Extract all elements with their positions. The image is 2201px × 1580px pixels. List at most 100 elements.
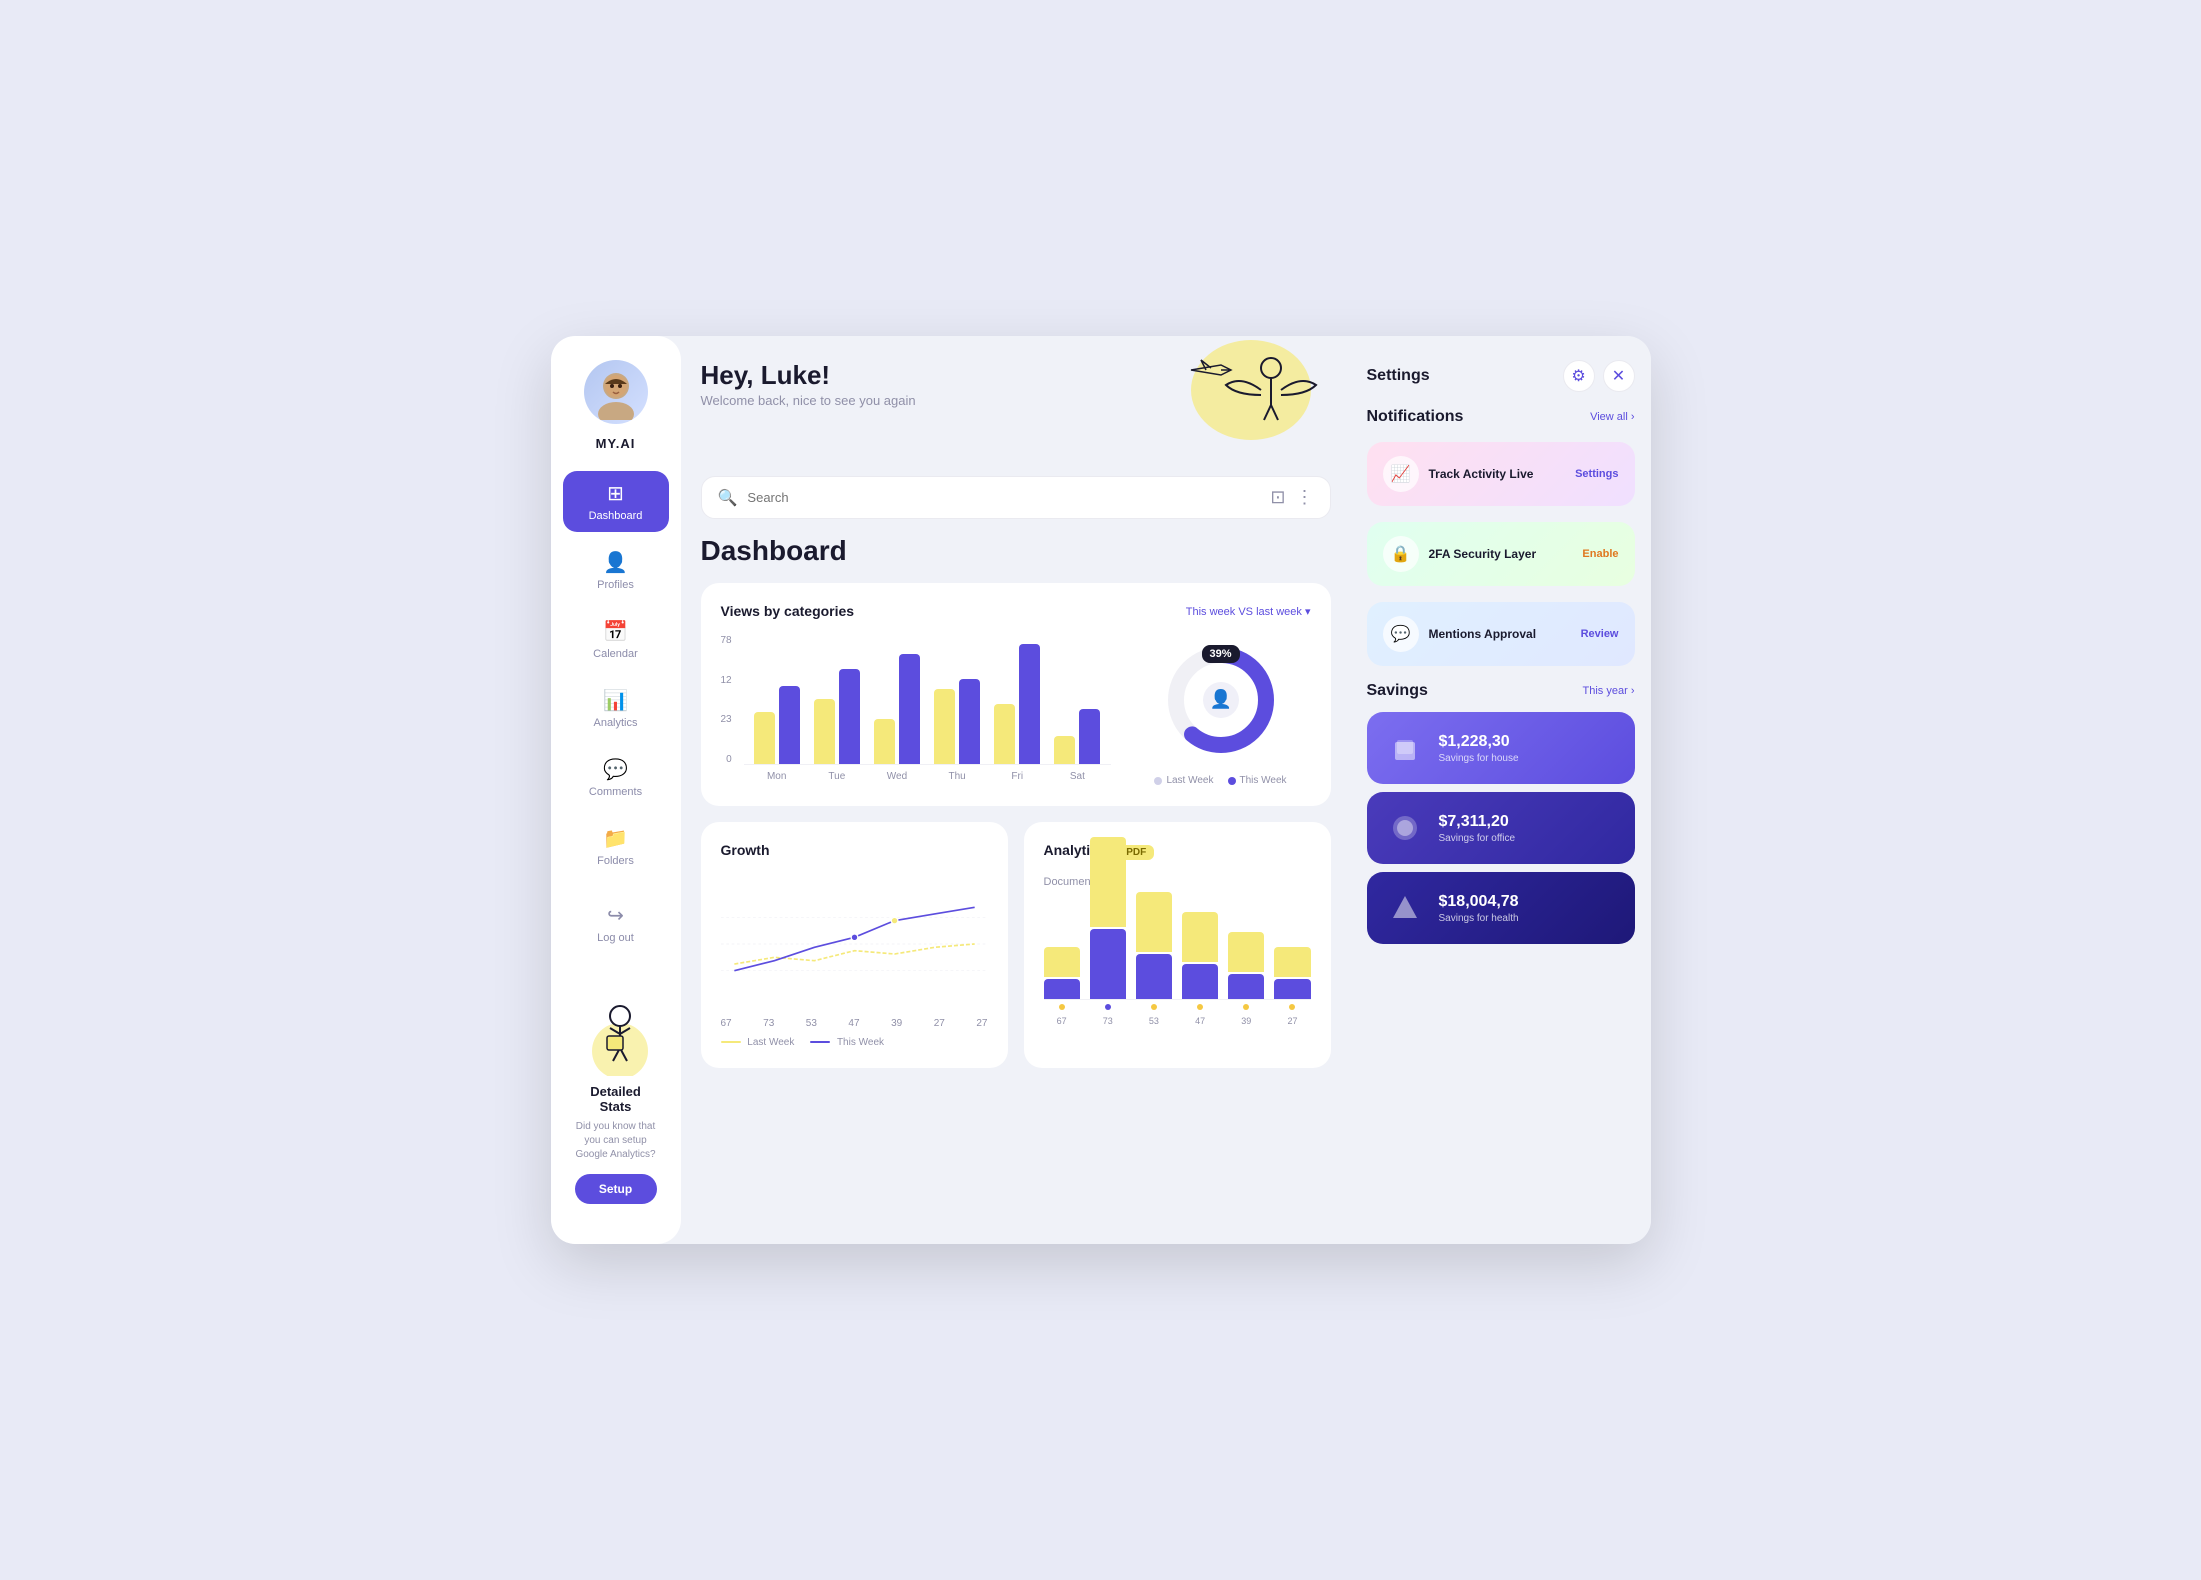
detailed-stats-title: Detailed Stats: [575, 1084, 657, 1114]
sidebar-item-comments[interactable]: 💬 Comments: [563, 747, 669, 808]
sidebar-item-dashboard[interactable]: ⊞ Dashboard: [563, 471, 669, 532]
sidebar-item-profiles[interactable]: 👤 Profiles: [563, 540, 669, 601]
legend-dot-lw: [1154, 777, 1162, 785]
dashboard-icon: ⊞: [607, 481, 624, 506]
bar-mon-tw: [779, 686, 800, 764]
x-label-fri: Fri: [994, 771, 1040, 782]
growth-legend-lw: Last Week: [721, 1037, 795, 1048]
savings-card-health: $18,004,78 Savings for health: [1367, 872, 1635, 944]
right-panel: Settings ⚙ ✕ Notifications View all › 📈 …: [1351, 336, 1651, 1244]
savings-info-health: $18,004,78 Savings for health: [1439, 893, 1619, 924]
growth-card-title: Growth: [721, 842, 770, 858]
notif-icon-mentions: 💬: [1383, 616, 1419, 652]
sidebar-item-logout[interactable]: ↪ Log out: [563, 893, 669, 954]
line-label-39: 39: [891, 1018, 902, 1029]
notif-icon-2fa: 🔒: [1383, 536, 1419, 572]
bar-group-fri: [994, 644, 1040, 764]
savings-header: Savings This year ›: [1367, 682, 1635, 700]
avatar: [584, 360, 648, 424]
bar-sat-lw: [1054, 736, 1075, 764]
donut-label: 39%: [1201, 645, 1239, 663]
savings-card-house: $1,228,30 Savings for house: [1367, 712, 1635, 784]
a-bar-group-1: [1044, 947, 1080, 999]
a-bar-3-tw: [1136, 954, 1172, 999]
views-card-title: Views by categories: [721, 603, 855, 619]
growth-legend-tw: This Week: [810, 1037, 884, 1048]
sidebar-label-analytics: Analytics: [593, 717, 637, 729]
analytics-bar-labels: 67 73 53 47 39 27: [1044, 1016, 1311, 1026]
a-bar-4-lw: [1182, 912, 1218, 962]
x-label-sat: Sat: [1054, 771, 1100, 782]
hero-illustration: [1131, 340, 1331, 460]
notif-action-activity[interactable]: Settings: [1575, 468, 1618, 480]
dot-6: [1289, 1004, 1295, 1010]
bar-group-thu: [934, 679, 980, 764]
a-bar-5-lw: [1228, 932, 1264, 972]
bar-tue-tw: [839, 669, 860, 764]
sidebar-label-calendar: Calendar: [593, 648, 638, 660]
search-input[interactable]: [747, 490, 1260, 505]
views-filter[interactable]: This week VS last week ▾: [1186, 605, 1311, 618]
legend-this-week: This Week: [1228, 775, 1287, 786]
sidebar-label-dashboard: Dashboard: [589, 510, 643, 522]
line-label-53: 53: [806, 1018, 817, 1029]
a-bar-group-5: [1228, 932, 1264, 999]
savings-amount-office: $7,311,20: [1439, 813, 1619, 831]
savings-amount-house: $1,228,30: [1439, 733, 1619, 751]
donut-legend: Last Week This Week: [1154, 775, 1286, 786]
expand-icon[interactable]: ⊡: [1270, 487, 1285, 508]
line-chart-svg: [721, 874, 988, 1014]
sidebar-label-logout: Log out: [597, 932, 634, 944]
growth-legend: Last Week This Week: [721, 1037, 988, 1048]
a-bar-6-lw: [1274, 947, 1310, 977]
setup-button[interactable]: Setup: [575, 1174, 657, 1204]
line-label-47: 47: [848, 1018, 859, 1029]
settings-gear-button[interactable]: ⚙: [1563, 360, 1595, 392]
dot-3: [1151, 1004, 1157, 1010]
savings-title: Savings: [1367, 682, 1428, 700]
notif-action-mentions[interactable]: Review: [1581, 628, 1619, 640]
savings-info-office: $7,311,20 Savings for office: [1439, 813, 1619, 844]
a-bar-2-tw: [1090, 929, 1126, 999]
savings-card-office: $7,311,20 Savings for office: [1367, 792, 1635, 864]
a-bar-group-6: [1274, 947, 1310, 999]
x-label-thu: Thu: [934, 771, 980, 782]
notifications-title: Notifications: [1367, 408, 1464, 426]
search-icon: 🔍: [718, 488, 738, 508]
dot-5: [1243, 1004, 1249, 1010]
analytics-dots: [1044, 1004, 1311, 1010]
a-bar-4-tw: [1182, 964, 1218, 999]
notifications-header: Notifications View all ›: [1367, 408, 1635, 426]
folders-icon: 📁: [603, 826, 628, 851]
greeting-title: Hey, Luke!: [701, 360, 916, 391]
settings-close-button[interactable]: ✕: [1603, 360, 1635, 392]
bar-group-tue: [814, 669, 860, 764]
line-chart-labels: 67 73 53 47 39 27 27: [721, 1018, 988, 1029]
savings-info-house: $1,228,30 Savings for house: [1439, 733, 1619, 764]
notif-action-2fa[interactable]: Enable: [1582, 548, 1618, 560]
more-icon[interactable]: ⋮: [1296, 487, 1314, 508]
detailed-stats-card: Detailed Stats Did you know that you can…: [563, 970, 669, 1220]
comments-icon: 💬: [603, 757, 628, 782]
sidebar-item-analytics[interactable]: 📊 Analytics: [563, 678, 669, 739]
bar-group-mon: [754, 686, 800, 764]
y-label-0: 0: [721, 754, 732, 765]
notif-label-2fa: 2FA Security Layer: [1429, 547, 1573, 561]
view-all-link[interactable]: View all ›: [1590, 411, 1634, 423]
line-chart-area: [721, 874, 988, 1014]
header: Hey, Luke! Welcome back, nice to see you…: [701, 360, 1331, 460]
sidebar-item-calendar[interactable]: 📅 Calendar: [563, 609, 669, 670]
savings-filter[interactable]: This year ›: [1583, 685, 1635, 697]
savings-amount-health: $18,004,78: [1439, 893, 1619, 911]
bar-sat-tw: [1079, 709, 1100, 764]
analytics-icon: 📊: [603, 688, 628, 713]
y-label-23: 23: [721, 714, 732, 725]
savings-section: Savings This year › $1,228,30 Savings fo…: [1367, 682, 1635, 952]
views-card: Views by categories This week VS last we…: [701, 583, 1331, 806]
line-label-73: 73: [763, 1018, 774, 1029]
sidebar: MY.AI ⊞ Dashboard 👤 Profiles 📅 Calendar …: [551, 336, 681, 1244]
stats-illustration: [575, 986, 665, 1076]
line-label-27: 27: [934, 1018, 945, 1029]
sidebar-item-folders[interactable]: 📁 Folders: [563, 816, 669, 877]
growth-tw-label: This Week: [837, 1037, 884, 1048]
